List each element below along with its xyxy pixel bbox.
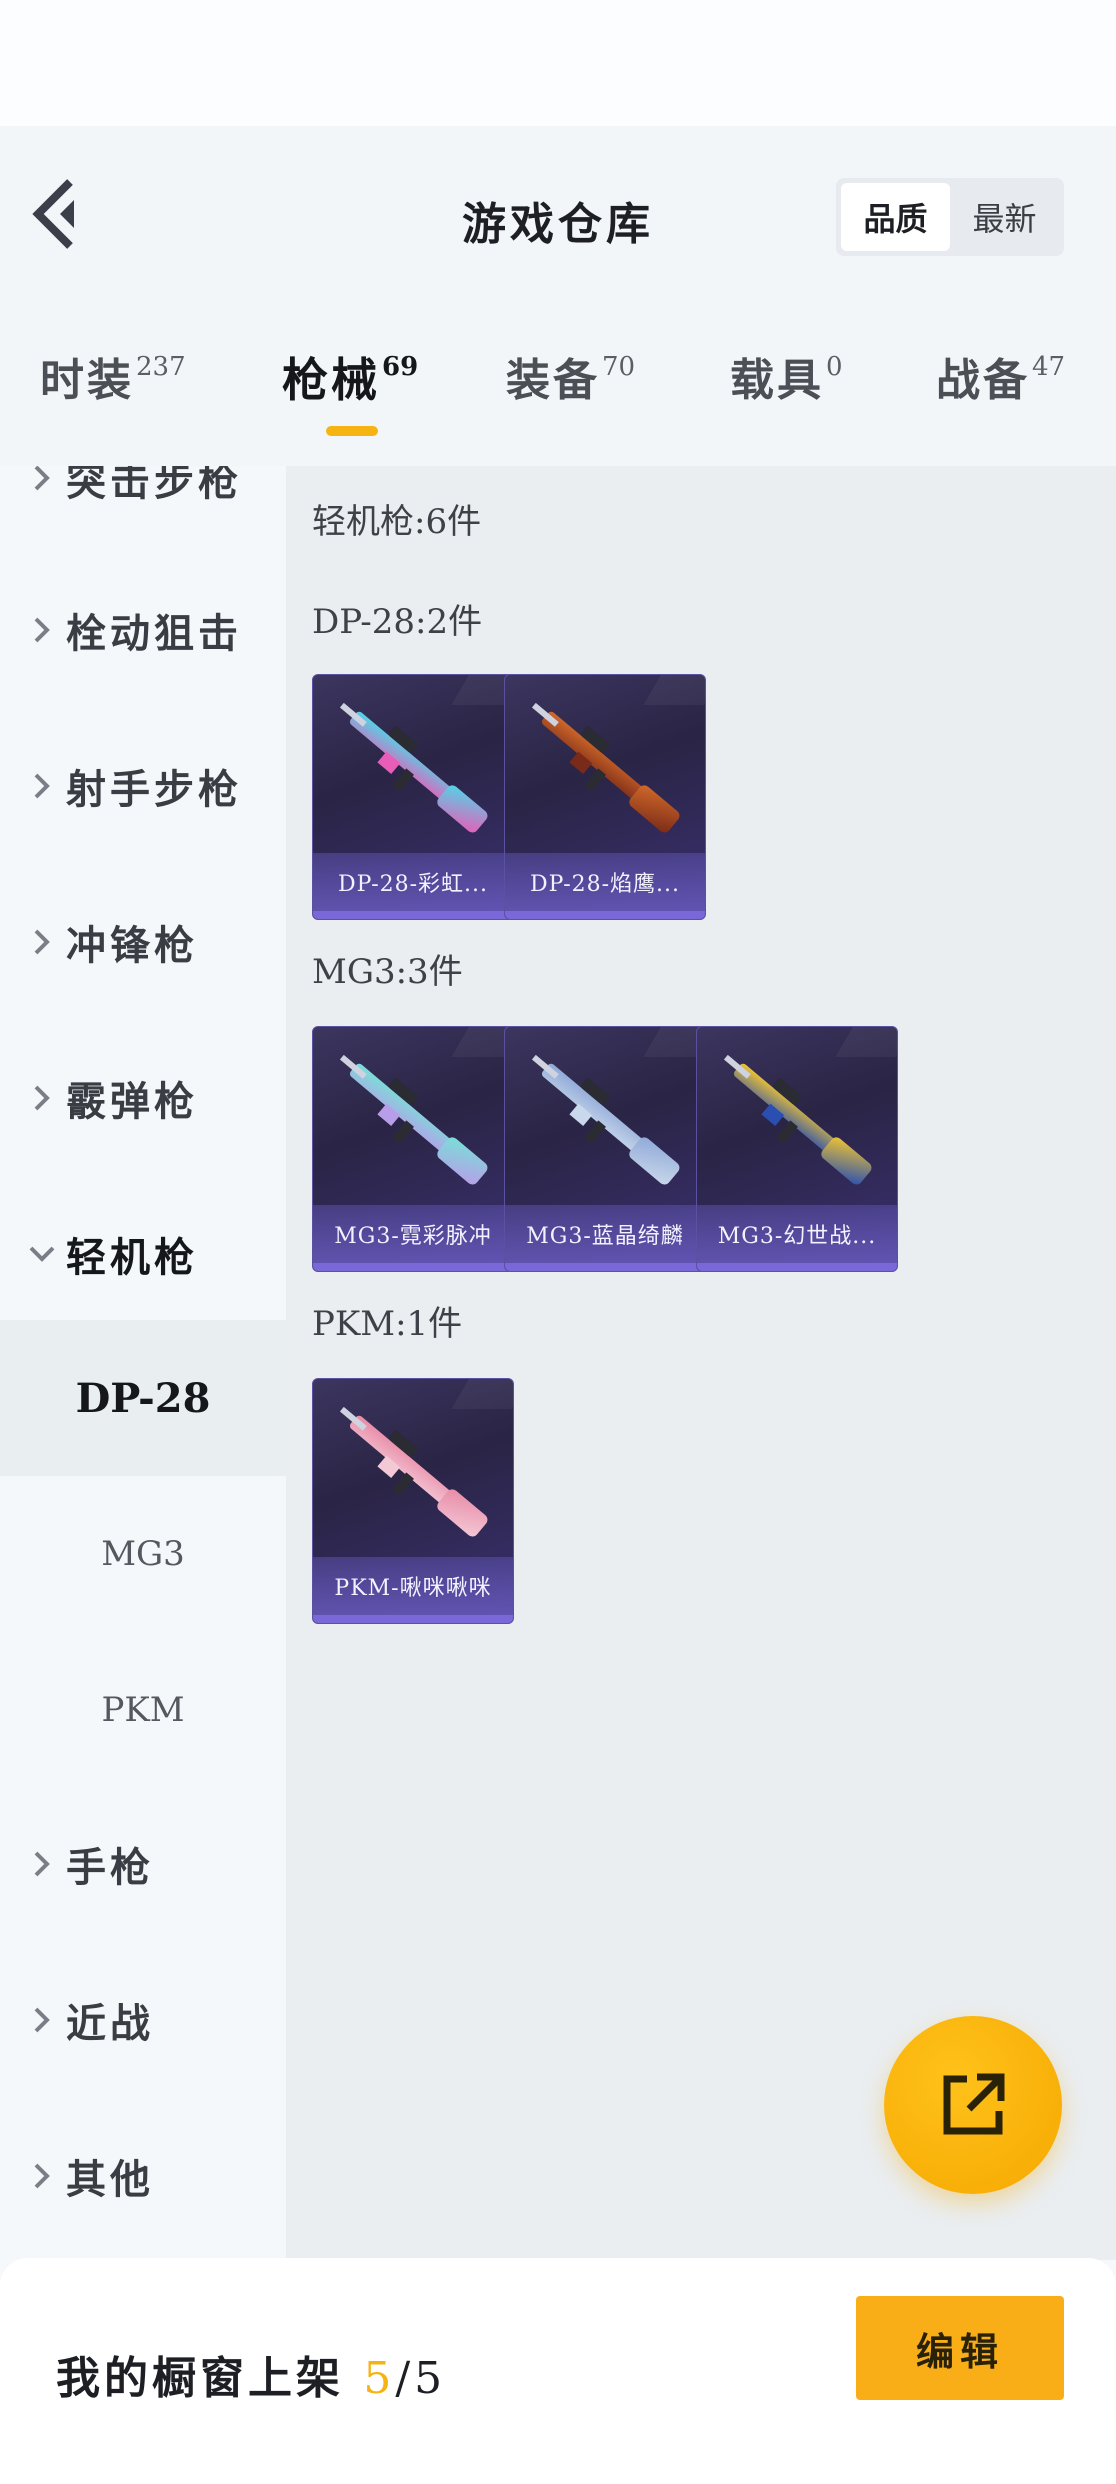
showcase-count: 5 (363, 2353, 396, 2404)
rifle-skin-icon (339, 1406, 488, 1537)
item-card[interactable]: DP-28-焰鹰... (504, 674, 706, 920)
rifle-skin-icon (339, 702, 488, 833)
item-card[interactable]: MG3-幻世战... (696, 1026, 898, 1272)
sidebar-subitem-mg3[interactable]: MG3 (0, 1476, 286, 1632)
group-title-pkm: PKM:1件 (312, 1304, 463, 1344)
tab-label: 时装 (40, 355, 134, 406)
item-card[interactable]: DP-28-彩虹... (312, 674, 514, 920)
sort-toggle: 品质 最新 (836, 178, 1064, 256)
sidebar-item-shotgun[interactable]: 霰弹枪 (0, 1020, 286, 1176)
section-title: 轻机枪:6件 (312, 502, 482, 542)
tab-label: 枪械 (282, 353, 380, 407)
sidebar-item-bolt-sniper[interactable]: 栓动狙击 (0, 552, 286, 708)
sidebar-item-label: 栓动狙击 (66, 610, 242, 657)
item-card[interactable]: MG3-霓彩脉冲 (312, 1026, 514, 1272)
sidebar-item-label: 突击步枪 (66, 466, 242, 505)
bottom-bar: 我的橱窗上架 5/5 编辑 (0, 2258, 1116, 2484)
group-title-dp28: DP-28:2件 (312, 602, 483, 642)
edit-button[interactable]: 编辑 (856, 2296, 1064, 2400)
rarity-bar (697, 1263, 897, 1271)
sidebar-item-label: 轻机枪 (66, 1234, 198, 1281)
rarity-bar (505, 911, 705, 919)
item-grid-panel: 轻机枪:6件 DP-28:2件 DP-28-彩虹... DP-28-焰鹰... … (286, 466, 1116, 2260)
group-title-mg3: MG3:3件 (312, 952, 463, 992)
showcase-status: 我的橱窗上架 5/5 (56, 2342, 446, 2406)
top-header: 游戏仓库 品质 最新 (0, 126, 1116, 296)
item-card[interactable]: PKM-啾咪啾咪 (312, 1378, 514, 1624)
share-button[interactable] (884, 2016, 1062, 2194)
chevron-right-icon (22, 922, 62, 962)
sidebar-item-other[interactable]: 其他 (0, 2098, 286, 2254)
sidebar-item-smg[interactable]: 冲锋枪 (0, 864, 286, 1020)
item-card-label: MG3-蓝晶绮麟 (505, 1205, 705, 1263)
sidebar-item-label: 手枪 (66, 1844, 154, 1891)
chevron-right-icon (22, 2156, 62, 2196)
sidebar-item-melee[interactable]: 近战 (0, 1942, 286, 2098)
sidebar-item-assault-rifle[interactable]: 突击步枪 (0, 466, 286, 556)
sidebar-item-label: 霰弹枪 (66, 1078, 198, 1125)
tab-equipment[interactable]: 装备 70 (506, 344, 635, 408)
rifle-skin-icon (723, 1054, 872, 1185)
sidebar-item-label: 冲锋枪 (66, 922, 198, 969)
chevron-right-icon (22, 2000, 62, 2040)
tab-label: 装备 (506, 355, 600, 406)
sidebar-subitem-dp28[interactable]: DP-28 (0, 1320, 286, 1476)
tab-count: 47 (1032, 352, 1066, 382)
sidebar-item-label: 其他 (66, 2156, 154, 2203)
rifle-skin-icon (531, 1054, 680, 1185)
sidebar-item-pistol[interactable]: 手枪 (0, 1786, 286, 1942)
status-bar (0, 0, 1116, 126)
tab-label: 载具 (730, 355, 824, 406)
sidebar-item-label: 近战 (66, 2000, 154, 2047)
active-tab-indicator (326, 426, 378, 436)
tab-guns[interactable]: 枪械 69 (282, 344, 418, 410)
tab-vehicles[interactable]: 载具 0 (730, 344, 843, 408)
tab-count: 0 (826, 352, 843, 382)
chevron-right-icon (22, 766, 62, 806)
sidebar-subitem-pkm[interactable]: PKM (0, 1632, 286, 1788)
item-card-label: PKM-啾咪啾咪 (313, 1557, 513, 1615)
chevron-right-icon (22, 1078, 62, 1118)
chevron-down-icon (22, 1234, 62, 1274)
chevron-right-icon (22, 466, 62, 498)
rarity-bar (313, 1615, 513, 1623)
rarity-bar (313, 1263, 513, 1271)
item-card-label: DP-28-焰鹰... (505, 853, 705, 911)
tab-supplies[interactable]: 战备 47 (936, 344, 1065, 408)
tab-count: 70 (602, 352, 636, 382)
chevron-right-icon (22, 1844, 62, 1884)
showcase-total: /5 (395, 2353, 447, 2404)
category-tabs: 时装 237 枪械 69 装备 70 载具 0 战备 47 (0, 296, 1116, 466)
tab-count: 237 (136, 352, 186, 382)
item-card-label: MG3-霓彩脉冲 (313, 1205, 513, 1263)
rarity-bar (313, 911, 513, 919)
tab-label: 战备 (936, 355, 1030, 406)
item-card-label: DP-28-彩虹... (313, 853, 513, 911)
sidebar-item-label: 射手步枪 (66, 766, 242, 813)
item-card[interactable]: MG3-蓝晶绮麟 (504, 1026, 706, 1272)
tab-count: 69 (382, 352, 419, 382)
rifle-skin-icon (531, 702, 680, 833)
tab-fashion[interactable]: 时装 237 (40, 344, 186, 408)
sort-latest-button[interactable]: 最新 (950, 183, 1059, 251)
sidebar-item-lmg[interactable]: 轻机枪 (0, 1176, 286, 1332)
showcase-label: 我的橱窗上架 (56, 2353, 344, 2404)
rifle-skin-icon (339, 1054, 488, 1185)
chevron-right-icon (22, 610, 62, 650)
weapon-category-sidebar: 突击步枪 栓动狙击 射手步枪 冲锋枪 霰弹枪 轻机枪 DP-28 MG3 PKM (0, 466, 286, 2260)
sidebar-item-marksman-rifle[interactable]: 射手步枪 (0, 708, 286, 864)
sort-quality-button[interactable]: 品质 (841, 183, 950, 251)
external-link-icon (943, 2073, 1005, 2135)
rarity-bar (505, 1263, 705, 1271)
item-card-label: MG3-幻世战... (697, 1205, 897, 1263)
